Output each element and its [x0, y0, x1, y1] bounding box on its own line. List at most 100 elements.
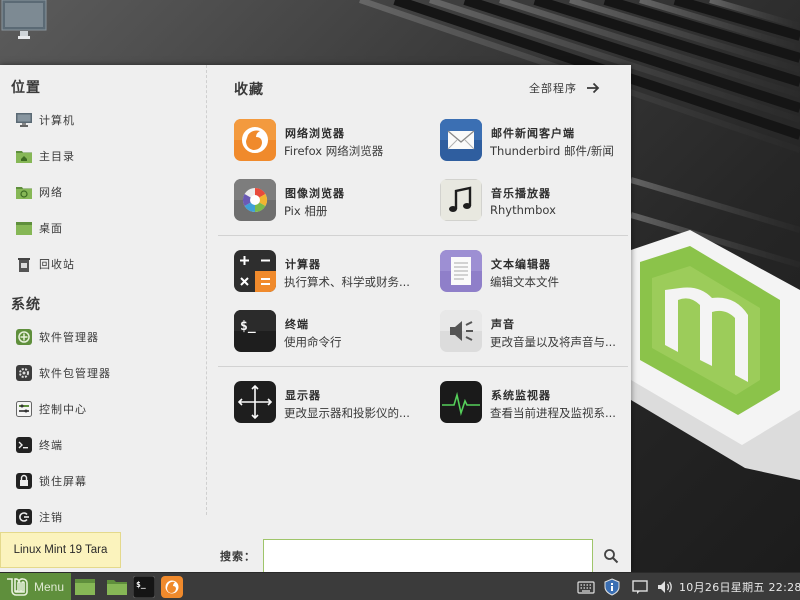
firefox-icon: [234, 119, 276, 161]
sidebar-item-terminal[interactable]: 终端: [16, 433, 201, 457]
control-center-icon: [16, 401, 32, 417]
menu-sidebar: 位置 计算机 主目录 网络 桌面 回收站 系统 软件管理器 软件包管理器 控制中…: [0, 65, 207, 525]
app-description: 查看当前进程及监视系...: [490, 406, 616, 420]
update-manager-icon[interactable]: [603, 578, 621, 596]
sidebar-item-label: 软件包管理器: [39, 367, 111, 380]
system-monitor-icon: [440, 381, 482, 423]
app-pix[interactable]: 图像浏览器 Pix 相册: [234, 177, 424, 223]
app-name: 文本编辑器: [491, 258, 551, 271]
app-description: 执行算术、科学或财务...: [284, 275, 410, 289]
firefox-launcher-icon[interactable]: [161, 576, 183, 598]
app-terminal[interactable]: $_ 终端 使用命令行: [234, 308, 424, 354]
app-description: 更改音量以及将声音与...: [490, 335, 616, 349]
favorites-divider: [218, 366, 628, 367]
sidebar-item-label: 注销: [39, 511, 63, 524]
svg-text:$_: $_: [240, 319, 256, 334]
app-name: 音乐播放器: [491, 187, 551, 200]
sidebar-item-label: 软件管理器: [39, 331, 99, 344]
pix-icon: [234, 179, 276, 221]
taskbar: Menu $_ 10月26日星期五 22:28: [0, 572, 800, 600]
sidebar-item-label: 主目录: [39, 150, 75, 163]
lock-icon: [16, 473, 32, 489]
terminal-icon: [16, 437, 32, 453]
calculator-icon: [234, 250, 276, 292]
app-sound[interactable]: 声音 更改音量以及将声音与...: [440, 308, 630, 354]
sidebar-item-label: 计算机: [39, 114, 75, 127]
app-calculator[interactable]: 计算器 执行算术、科学或财务...: [234, 248, 424, 294]
app-description: Firefox 网络浏览器: [284, 144, 384, 158]
app-rhythmbox[interactable]: 音乐播放器 Rhythmbox: [440, 177, 630, 223]
clock[interactable]: 10月26日星期五 22:28: [679, 579, 800, 595]
system-section-title: 系统: [11, 297, 41, 313]
network-folder-icon: [16, 184, 32, 200]
arrow-right-icon: [587, 82, 600, 94]
software-manager-icon: [16, 329, 32, 345]
sidebar-item-computer[interactable]: 计算机: [16, 108, 201, 132]
text-editor-icon: [440, 250, 482, 292]
terminal-app-icon: $_: [234, 310, 276, 352]
places-section-title: 位置: [11, 80, 41, 96]
favorites-title: 收藏: [234, 82, 264, 98]
app-description: 使用命令行: [284, 335, 342, 349]
desktop-folder-icon: [16, 220, 32, 236]
file-manager-icon[interactable]: [106, 576, 128, 598]
app-text-editor[interactable]: 文本编辑器 编辑文本文件: [440, 248, 630, 294]
sidebar-item-home[interactable]: 主目录: [16, 144, 201, 168]
app-display[interactable]: 显示器 更改显示器和投影仪的...: [234, 379, 424, 425]
application-menu: 位置 计算机 主目录 网络 桌面 回收站 系统 软件管理器 软件包管理器 控制中…: [0, 65, 631, 573]
svg-text:$_: $_: [136, 580, 146, 589]
app-system-monitor[interactable]: 系统监视器 查看当前进程及监视系...: [440, 379, 630, 425]
app-name: 网络浏览器: [285, 127, 345, 140]
sidebar-item-label: 网络: [39, 186, 63, 199]
volume-icon[interactable]: [656, 578, 674, 596]
search-icon[interactable]: [603, 548, 619, 564]
app-name: 声音: [491, 318, 515, 331]
sidebar-item-network[interactable]: 网络: [16, 180, 201, 204]
package-manager-icon: [16, 365, 32, 381]
logout-icon: [16, 509, 32, 525]
sidebar-item-trash[interactable]: 回收站: [16, 252, 201, 276]
sound-icon: [440, 310, 482, 352]
search-label: 搜索：: [220, 550, 256, 563]
sidebar-item-label: 控制中心: [39, 403, 87, 416]
app-description: Thunderbird 邮件/新闻: [490, 144, 614, 158]
app-name: 计算器: [285, 258, 321, 271]
app-description: 更改显示器和投影仪的...: [284, 406, 410, 420]
show-desktop-icon[interactable]: [74, 576, 96, 598]
app-description: 编辑文本文件: [490, 275, 559, 289]
notifications-icon[interactable]: [631, 578, 649, 596]
app-name: 邮件新闻客户端: [491, 127, 575, 140]
app-firefox[interactable]: 网络浏览器 Firefox 网络浏览器: [234, 117, 424, 163]
menu-button[interactable]: Menu: [0, 573, 71, 600]
app-thunderbird[interactable]: 邮件新闻客户端 Thunderbird 邮件/新闻: [440, 117, 630, 163]
favorites-divider: [218, 235, 628, 236]
app-description: Rhythmbox: [490, 203, 556, 217]
terminal-launcher-icon[interactable]: $_: [133, 576, 155, 598]
menu-tooltip: Linux Mint 19 Tara: [0, 532, 121, 568]
app-name: 系统监视器: [491, 389, 551, 402]
sidebar-item-logout[interactable]: 注销: [16, 505, 201, 529]
search-input[interactable]: [263, 539, 593, 573]
sidebar-item-label: 回收站: [39, 258, 75, 271]
thunderbird-icon: [440, 119, 482, 161]
sidebar-item-label: 终端: [39, 439, 63, 452]
sidebar-item-software-manager[interactable]: 软件管理器: [16, 325, 201, 349]
menu-button-label: Menu: [34, 580, 65, 594]
app-name: 图像浏览器: [285, 187, 345, 200]
sidebar-item-lock-screen[interactable]: 锁住屏幕: [16, 469, 201, 493]
sidebar-item-desktop[interactable]: 桌面: [16, 216, 201, 240]
all-applications-label: 全部程序: [529, 82, 577, 95]
app-name: 终端: [285, 318, 309, 331]
rhythmbox-icon: [440, 179, 482, 221]
sidebar-item-label: 锁住屏幕: [39, 475, 87, 488]
desktop-computer-icon[interactable]: [0, 0, 48, 40]
keyboard-icon[interactable]: [577, 578, 595, 596]
all-applications-button[interactable]: 全部程序: [529, 79, 601, 97]
app-name: 显示器: [285, 389, 321, 402]
home-folder-icon: [16, 148, 32, 164]
display-icon: [234, 381, 276, 423]
computer-icon: [16, 112, 32, 128]
sidebar-item-label: 桌面: [39, 222, 63, 235]
sidebar-item-package-manager[interactable]: 软件包管理器: [16, 361, 201, 385]
sidebar-item-control-center[interactable]: 控制中心: [16, 397, 201, 421]
